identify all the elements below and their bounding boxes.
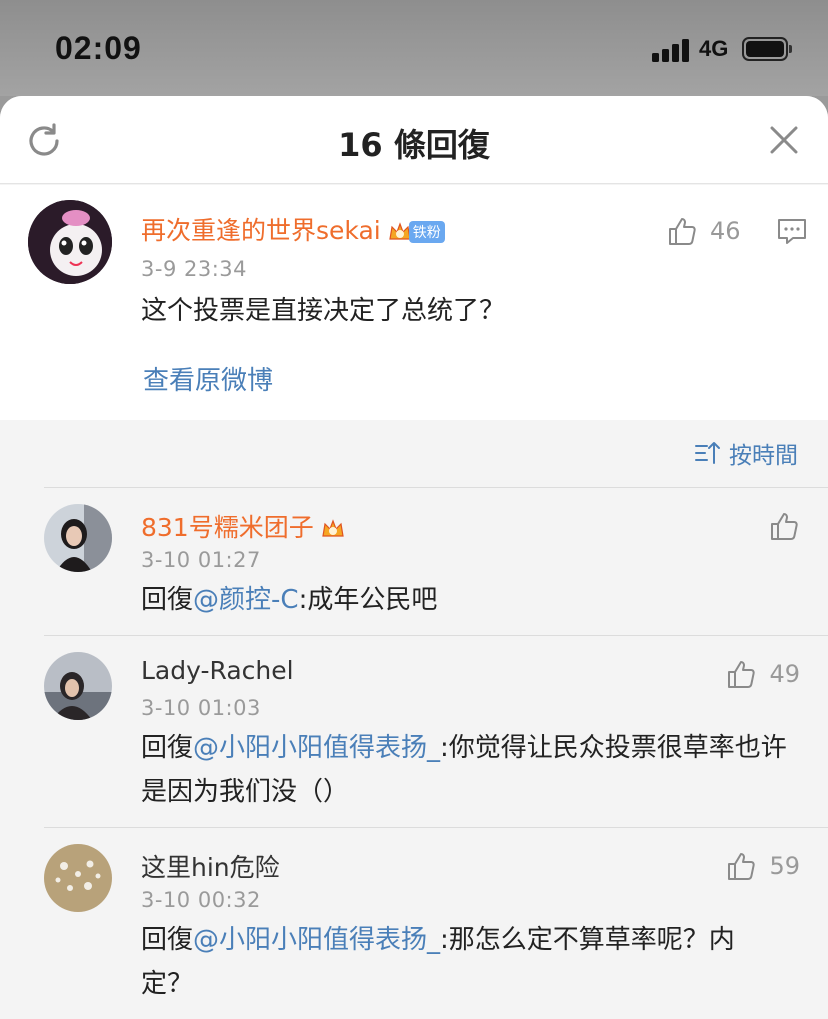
status-bar: 02:09 4G: [0, 0, 828, 96]
timestamp: 3-9 23:34: [141, 257, 247, 281]
battery-icon: [742, 37, 792, 61]
mention-link[interactable]: @小阳小阳值得表扬_: [193, 733, 440, 763]
reply-text: 回復@颜控-C:成年公民吧: [141, 585, 438, 615]
sort-label: 按時間: [729, 443, 798, 469]
avatar[interactable]: [44, 652, 112, 720]
timestamp: 3-10 01:03: [141, 696, 261, 720]
timestamp: 3-10 01:27: [141, 548, 261, 572]
reply-item: 这里hin危险 3-10 00:32 回復@小阳小阳值得表扬_:那怎么定不算草率…: [44, 827, 828, 1019]
mention-link[interactable]: @颜控-C: [193, 585, 299, 615]
comment-text: 这个投票是直接决定了总统了？: [141, 296, 506, 326]
username[interactable]: 831号糯米团子: [141, 508, 346, 544]
view-original-link[interactable]: 查看原微博: [143, 360, 273, 397]
reply-text: 回復@小阳小阳值得表扬_:你觉得让民众投票很草率也许是因为我们没（）: [141, 733, 787, 807]
like-button[interactable]: 59: [725, 850, 800, 882]
like-button[interactable]: 46: [666, 215, 741, 247]
avatar[interactable]: [44, 844, 112, 912]
thumbs-up-icon: [728, 853, 756, 880]
avatar[interactable]: [28, 200, 112, 284]
sheet-title: 16 條回復: [338, 126, 490, 164]
reply-text: 回復@小阳小阳值得表扬_:那怎么定不算草率呢？内定？: [141, 925, 735, 999]
username[interactable]: 这里hin危险: [141, 848, 280, 884]
timestamp: 3-10 00:32: [141, 888, 261, 912]
like-button[interactable]: [768, 510, 800, 542]
original-comment: 再次重逢的世界sekai 铁粉 3-9 23:34 这个投票是直接决定了总统了？ …: [0, 185, 828, 420]
mention-link[interactable]: @小阳小阳值得表扬_: [193, 925, 440, 955]
replies-sheet: 16 條回復 再次重逢的世界sekai 铁粉 3-9 23:34 这个投票是直接决…: [0, 96, 828, 1019]
sort-by-time-button[interactable]: 按時間: [693, 436, 798, 470]
close-icon[interactable]: [766, 122, 802, 158]
avatar[interactable]: [44, 504, 112, 572]
like-button[interactable]: 49: [725, 658, 800, 690]
fan-badge: 铁粉: [408, 221, 445, 243]
sort-icon: [695, 442, 720, 464]
reply-icon[interactable]: [776, 215, 808, 247]
network-type: 4G: [699, 36, 729, 61]
reply-item: Lady-Rachel 3-10 01:03 回復@小阳小阳值得表扬_:你觉得让…: [44, 635, 828, 827]
username[interactable]: 再次重逢的世界sekai 铁粉: [141, 211, 445, 247]
thumbs-up-icon: [669, 218, 696, 245]
vip-crown-icon: [322, 519, 344, 537]
thumbs-up-icon: [771, 513, 798, 540]
sheet-header: 16 條回復: [0, 96, 828, 184]
signal-icon: [652, 38, 692, 62]
status-time: 02:09: [55, 30, 142, 66]
like-count: 46: [710, 217, 741, 245]
like-count: 49: [769, 660, 800, 688]
username[interactable]: Lady-Rachel: [141, 656, 294, 685]
thumbs-up-icon: [728, 661, 756, 688]
reply-item: 831号糯米团子 3-10 01:27 回復@颜控-C:成年公民吧: [44, 487, 828, 635]
like-count: 59: [769, 852, 800, 880]
